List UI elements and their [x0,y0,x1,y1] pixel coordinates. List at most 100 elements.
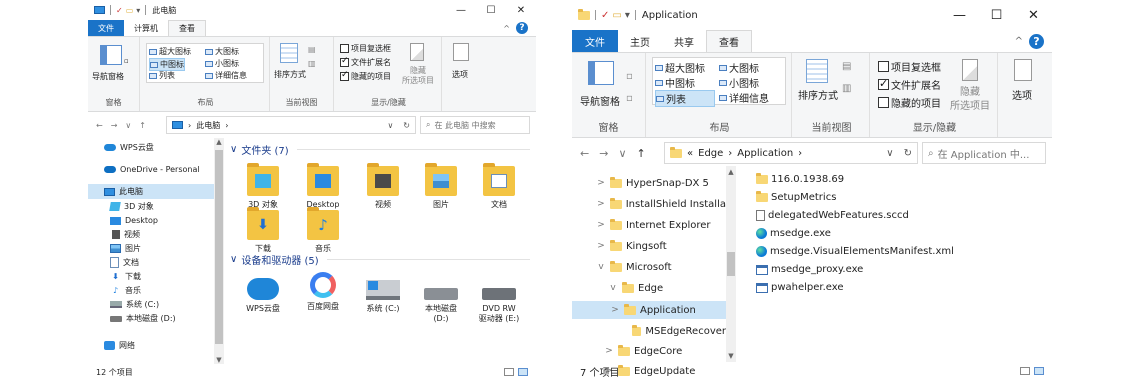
options-button[interactable]: 选项 [452,69,468,80]
collapse-chevron-icon[interactable]: ∨ [230,254,237,265]
add-columns-icon[interactable]: ▥ [308,59,316,68]
tab-computer[interactable]: 计算机 [124,20,168,36]
scroll-up-icon[interactable]: ▲ [214,138,224,146]
options-icon[interactable] [1014,59,1032,81]
help-icon[interactable]: ? [1029,33,1044,49]
forward-arrow-icon[interactable]: → [599,147,608,160]
folder-desktop[interactable]: Desktop [294,163,352,210]
close-icon[interactable]: ✕ [506,0,536,20]
device-baidu-netdisk[interactable]: 百度网盘 [294,272,352,312]
file-extensions-toggle[interactable]: 文件扩展名 [878,77,941,92]
layout-extra-large[interactable]: 超大图标 [149,46,191,57]
item-checkboxes-toggle[interactable]: 项目复选框 [340,43,391,54]
expand-chevron-icon[interactable]: > [604,346,614,356]
collapse-ribbon-icon[interactable]: ^ [1015,36,1023,47]
collapse-ribbon-icon[interactable]: ^ [503,24,510,33]
details-view-icon[interactable] [504,368,514,376]
details-view-icon[interactable] [1020,367,1030,375]
device-drive-d[interactable]: 本地磁盘 (D:) [412,272,470,324]
folder-videos[interactable]: 视频 [354,163,412,210]
folders-section-header[interactable]: ∨ 文件夹 (7) [230,142,530,157]
refresh-icon[interactable]: ↻ [904,148,912,159]
nav-item-downloads[interactable]: ⬇ 下载 [88,270,214,283]
refresh-icon[interactable]: ↻ [403,121,410,130]
file-extensions-toggle[interactable]: 文件扩展名 [340,56,391,68]
options-button[interactable]: 选项 [1012,87,1032,102]
breadcrumb-separator-icon[interactable]: › [798,148,802,159]
breadcrumb-application[interactable]: Application [737,148,793,159]
list-item[interactable]: 116.0.1938.69 [756,173,844,185]
customize-dropdown-icon[interactable]: ▾ [625,10,630,21]
help-icon[interactable]: ? [516,22,528,34]
hidden-items-toggle[interactable]: 隐藏的项目 [878,95,941,110]
nav-item-desktop[interactable]: Desktop [88,214,214,227]
layout-details[interactable]: 详细信息 [719,90,769,105]
recent-dropdown-icon[interactable]: ∨ [618,147,626,160]
details-pane-icon[interactable]: ▫ [626,93,633,104]
layout-list[interactable]: 列表 [655,90,715,107]
nav-item-documents[interactable]: 文档 [88,256,214,269]
breadcrumb-edge[interactable]: Edge [698,148,723,159]
nav-item-kingsoft[interactable]: > Kingsoft [572,237,726,255]
collapse-chevron-icon[interactable]: ∨ [230,144,237,155]
scrollbar-thumb[interactable] [215,150,223,344]
layout-extra-large[interactable]: 超大图标 [655,60,705,75]
minimize-icon[interactable]: — [446,0,476,20]
hidden-items-toggle[interactable]: 隐藏的项目 [340,70,391,82]
address-bar[interactable]: › 此电脑 › ∨ ↻ [166,116,416,134]
sort-by-button[interactable]: 排序方式 [274,69,306,80]
forward-arrow-icon[interactable]: → [111,121,118,130]
tab-file[interactable]: 文件 [88,20,124,36]
list-item[interactable]: msedge.VisualElementsManifest.xml [756,246,954,257]
nav-item-msedgerecovery[interactable]: MSEdgeRecover [572,322,726,340]
preview-pane-icon[interactable]: ▫ [626,71,633,82]
breadcrumb-separator-icon[interactable]: › [225,121,228,130]
details-pane-icon[interactable]: ▫ [124,57,129,65]
nav-item-videos[interactable]: 视频 [88,228,214,241]
back-arrow-icon[interactable]: ← [580,147,589,160]
customize-dropdown-icon[interactable]: ▾ [136,6,140,15]
minimize-icon[interactable]: — [941,0,978,30]
expand-chevron-icon[interactable]: > [596,220,606,230]
nav-item-wps-cloud[interactable]: WPS云盘 [88,140,214,154]
breadcrumb-separator-icon[interactable]: › [188,121,191,130]
breadcrumb-separator-icon[interactable]: › [728,148,732,159]
list-item[interactable]: msedge.exe [756,228,831,239]
address-dropdown-icon[interactable]: ∨ [387,121,393,130]
nav-item-edgecore[interactable]: > EdgeCore [572,342,726,360]
nav-item-drive-d[interactable]: 本地磁盘 (D:) [88,312,214,325]
scroll-down-icon[interactable]: ▼ [726,352,736,360]
item-checkboxes-toggle[interactable]: 项目复选框 [878,59,941,74]
list-item[interactable]: delegatedWebFeatures.sccd [756,210,909,221]
navigation-pane-icon[interactable] [588,61,614,85]
nav-item-hypersnap[interactable]: > HyperSnap-DX 5 [572,174,726,192]
recent-dropdown-icon[interactable]: ∨ [125,121,131,130]
list-item[interactable]: pwahelper.exe [756,282,844,293]
group-by-icon[interactable]: ▤ [842,61,851,72]
devices-section-header[interactable]: ∨ 设备和驱动器 (5) [230,252,530,267]
tab-home[interactable]: 主页 [618,30,662,52]
layout-small[interactable]: 小图标 [205,58,239,69]
navigation-scrollbar[interactable]: ▲ ▼ [726,166,736,362]
new-folder-icon[interactable]: ▭ [612,10,621,21]
list-item[interactable]: SetupMetrics [756,191,836,203]
navigation-pane-button[interactable]: 导航窗格 [580,93,620,108]
hide-selected-icon[interactable] [410,43,424,61]
nav-item-microsoft[interactable]: v Microsoft [572,258,726,276]
nav-item-application[interactable]: > Application [572,301,726,319]
nav-item-this-pc[interactable]: 此电脑 [88,184,214,199]
tab-view[interactable]: 查看 [706,30,752,52]
folder-3d-objects[interactable]: 3D 对象 [234,163,292,210]
properties-icon[interactable]: ✓ [601,10,609,21]
navigation-pane-button[interactable]: 导航窗格 [92,71,124,82]
hide-selected-icon[interactable] [962,59,978,81]
expand-chevron-icon[interactable]: > [610,305,620,315]
address-dropdown-icon[interactable]: ∨ [886,148,893,159]
sort-by-button[interactable]: 排序方式 [798,87,838,102]
up-arrow-icon[interactable]: ↑ [637,147,646,160]
large-icons-view-icon[interactable] [518,368,528,376]
back-arrow-icon[interactable]: ← [96,121,103,130]
scroll-up-icon[interactable]: ▲ [726,168,736,176]
nav-item-3d-objects[interactable]: 3D 对象 [88,200,214,213]
add-columns-icon[interactable]: ▥ [842,83,851,94]
